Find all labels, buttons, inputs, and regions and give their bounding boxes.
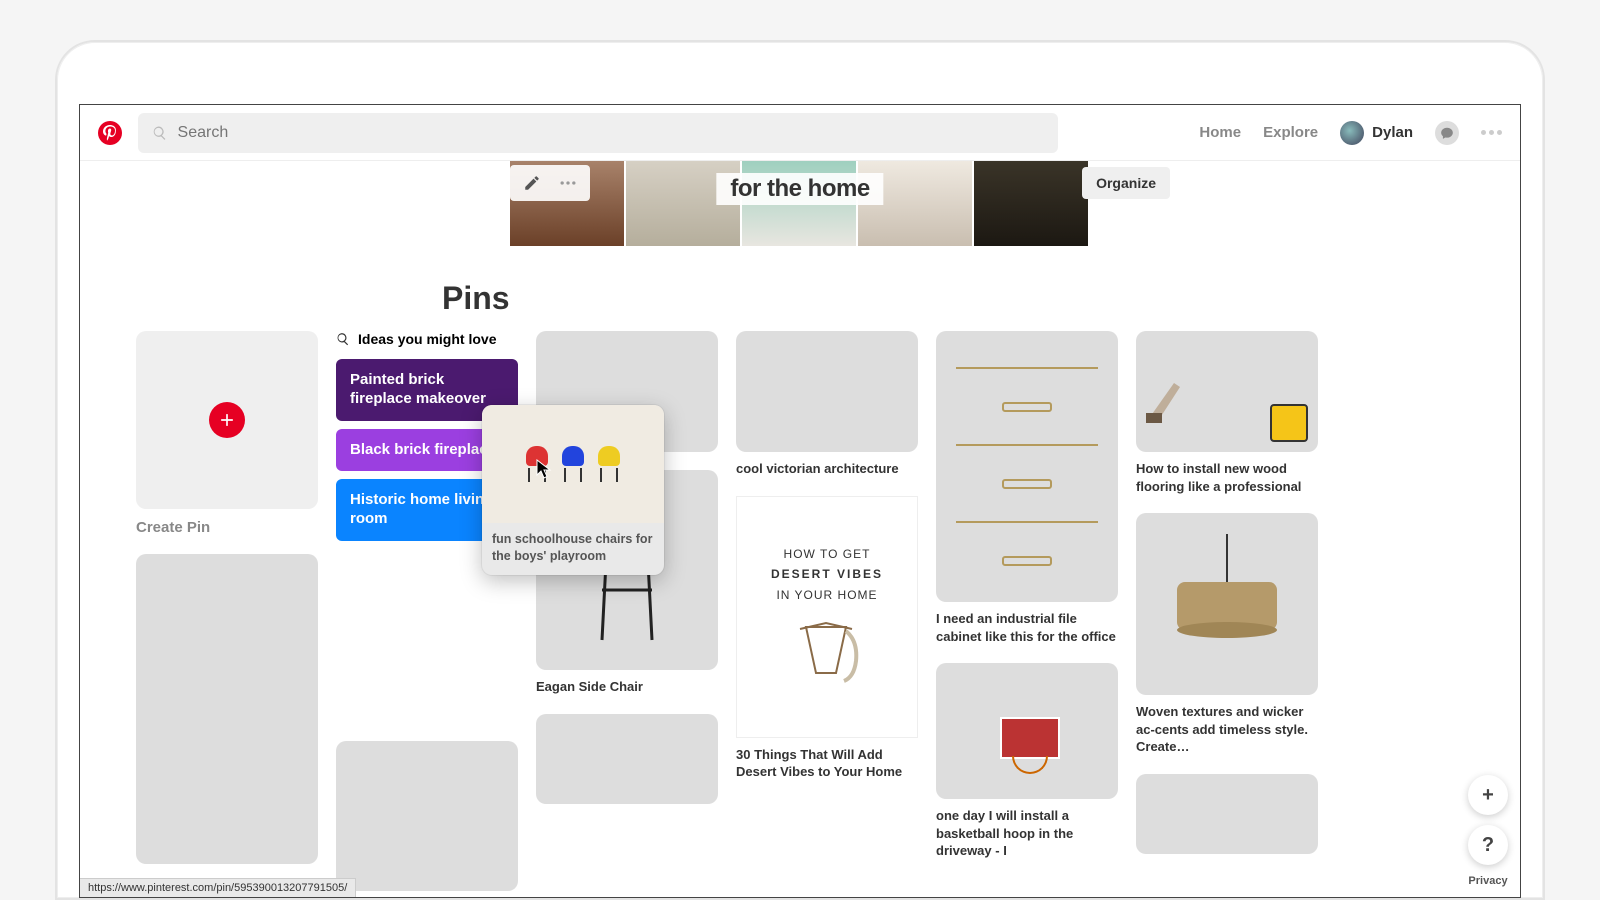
device-frame: Home Explore Dylan: [55, 40, 1545, 900]
pin-card[interactable]: HOW TO GET DESERT VIBES IN YOUR HOME 30 …: [736, 496, 918, 781]
grid-column: cool victorian architecture HOW TO GET D…: [736, 331, 918, 799]
grid-column: How to install new wood flooring like a …: [1136, 331, 1318, 872]
pin-image[interactable]: [1136, 774, 1318, 854]
search-input[interactable]: [178, 124, 1044, 142]
top-bar: Home Explore Dylan: [80, 105, 1520, 161]
add-fab[interactable]: +: [1468, 775, 1508, 815]
pin-card[interactable]: [1136, 774, 1318, 854]
pin-image[interactable]: [1136, 513, 1318, 695]
avatar: [1340, 121, 1364, 145]
pin-caption: How to install new wood flooring like a …: [1136, 460, 1318, 495]
board-more-icon[interactable]: [556, 171, 580, 195]
ideas-heading-text: Ideas you might love: [358, 331, 496, 347]
pin-hover-preview[interactable]: fun schoolhouse chairs for the boys' pla…: [482, 405, 664, 575]
pin-card[interactable]: one day I will install a basketball hoop…: [936, 663, 1118, 860]
chair-icon: [594, 446, 624, 482]
pin-grid: Create Pin Ideas you might love Painted …: [80, 331, 1520, 898]
search-icon: [152, 125, 168, 141]
grid-column: Create Pin: [136, 331, 318, 882]
pin-caption: one day I will install a basketball hoop…: [936, 807, 1118, 860]
floating-controls: + ? Privacy: [1468, 775, 1508, 887]
pin-caption: I need an industrial file cabinet like t…: [936, 610, 1118, 645]
browser-viewport: Home Explore Dylan: [79, 104, 1521, 898]
grid-column: I need an industrial file cabinet like t…: [936, 331, 1118, 878]
pin-card[interactable]: [536, 714, 718, 804]
overlay-line: DESERT VIBES: [771, 564, 883, 584]
pin-image[interactable]: [936, 331, 1118, 602]
create-pin-label: Create Pin: [136, 519, 318, 536]
pin-caption: Eagan Side Chair: [536, 678, 718, 696]
pin-image[interactable]: HOW TO GET DESERT VIBES IN YOUR HOME: [736, 496, 918, 738]
pin-card[interactable]: [336, 741, 518, 891]
more-icon[interactable]: [1481, 130, 1502, 135]
search-bar[interactable]: [138, 113, 1058, 153]
pin-image[interactable]: [336, 741, 518, 891]
board-cover-strip: for the home Organize: [510, 161, 1090, 246]
pin-image[interactable]: [936, 663, 1118, 799]
help-fab[interactable]: ?: [1468, 825, 1508, 865]
pin-card[interactable]: I need an industrial file cabinet like t…: [936, 331, 1118, 645]
user-menu[interactable]: Dylan: [1340, 121, 1413, 145]
board-header: for the home Organize: [80, 161, 1520, 246]
pin-image[interactable]: [736, 331, 918, 452]
nav-home[interactable]: Home: [1199, 124, 1241, 141]
user-name: Dylan: [1372, 124, 1413, 141]
pin-overlay-text: HOW TO GET DESERT VIBES IN YOUR HOME: [736, 496, 918, 738]
pin-card[interactable]: [136, 554, 318, 864]
pins-heading: Pins: [80, 280, 1520, 317]
create-pin-card[interactable]: Create Pin: [136, 331, 318, 536]
pin-card[interactable]: cool victorian architecture: [736, 331, 918, 478]
plus-icon: [209, 402, 245, 438]
preview-caption: fun schoolhouse chairs for the boys' pla…: [482, 523, 664, 565]
pin-caption: cool victorian architecture: [736, 460, 918, 478]
cursor-icon: [536, 459, 552, 479]
organize-button[interactable]: Organize: [1082, 167, 1170, 199]
overlay-line: IN YOUR HOME: [776, 585, 877, 605]
messages-icon[interactable]: [1435, 121, 1459, 145]
pin-caption: 30 Things That Will Add Desert Vibes to …: [736, 746, 918, 781]
pin-image[interactable]: [1136, 331, 1318, 452]
edit-icon[interactable]: [520, 171, 544, 195]
pin-image[interactable]: [536, 714, 718, 804]
nav-right: Home Explore Dylan: [1199, 121, 1502, 145]
privacy-link[interactable]: Privacy: [1468, 875, 1507, 887]
pin-card[interactable]: How to install new wood flooring like a …: [1136, 331, 1318, 495]
board-controls: [510, 165, 590, 201]
chair-icon: [558, 446, 588, 482]
preview-image: [482, 405, 664, 523]
pin-caption: Woven textures and wicker ac-cents add t…: [1136, 703, 1318, 756]
search-icon: [336, 332, 350, 346]
overlay-line: HOW TO GET: [784, 544, 871, 564]
nav-explore[interactable]: Explore: [1263, 124, 1318, 141]
pinterest-logo[interactable]: [98, 121, 122, 145]
board-title: for the home: [716, 173, 883, 205]
pin-image[interactable]: [136, 554, 318, 864]
pin-card[interactable]: Woven textures and wicker ac-cents add t…: [1136, 513, 1318, 756]
status-bar-url: https://www.pinterest.com/pin/5953900132…: [80, 878, 356, 897]
ideas-heading: Ideas you might love: [336, 331, 518, 347]
board-cover-tile[interactable]: [974, 161, 1088, 246]
